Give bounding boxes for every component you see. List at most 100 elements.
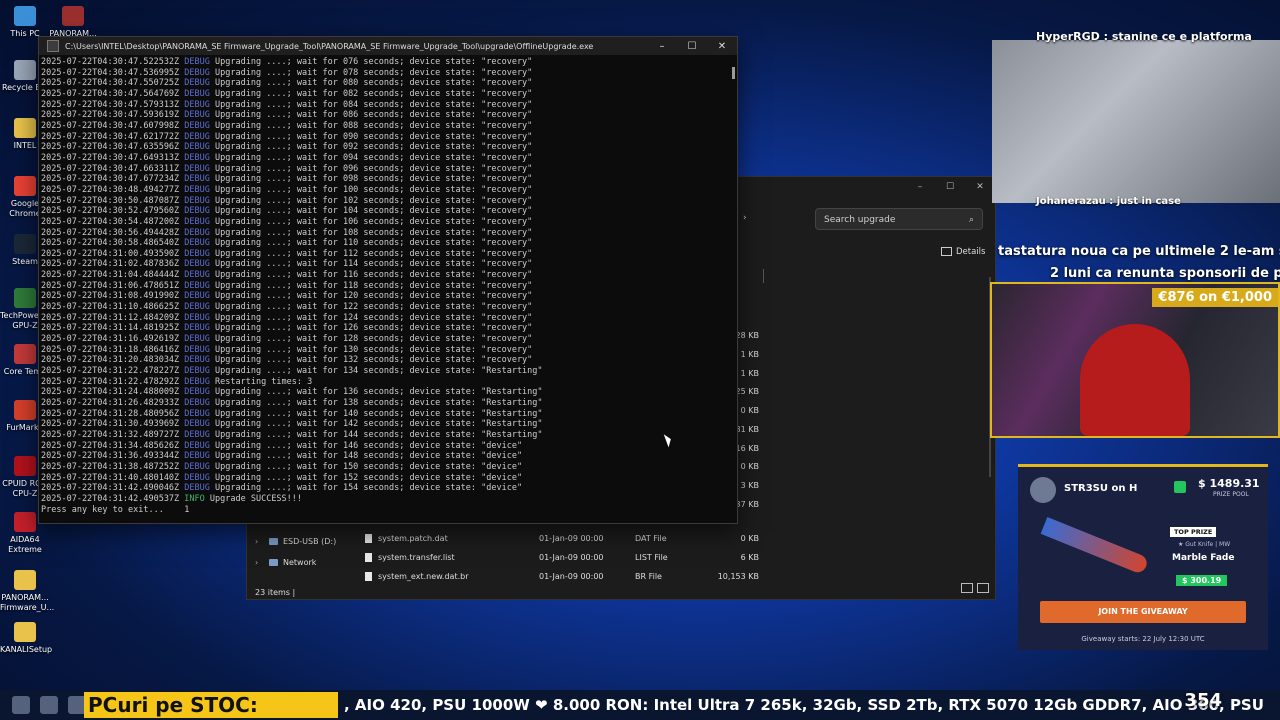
log-timestamp: 2025-07-22T04:30:47.635596Z [41, 142, 180, 153]
log-message: Upgrading ....; wait for 104 seconds; de… [215, 206, 533, 217]
maximize-icon[interactable]: ☐ [935, 177, 965, 197]
console-line: 2025-07-22T04:31:18.486416Z DEBUG Upgrad… [41, 345, 729, 356]
ticker-text: , AIO 420, PSU 1000W ❤ 8.000 RON: Intel … [344, 696, 1264, 714]
console-line: 2025-07-22T04:31:20.483034Z DEBUG Upgrad… [41, 355, 729, 366]
log-level: DEBUG [184, 302, 210, 313]
log-message: Upgrading ....; wait for 078 seconds; de… [215, 67, 533, 78]
maximize-button[interactable]: ☐ [677, 41, 707, 52]
log-timestamp: 2025-07-22T04:31:22.478227Z [41, 366, 180, 377]
chevron-right-icon[interactable]: › [255, 531, 269, 552]
search-input[interactable]: Search upgrade ⌕ [815, 208, 983, 230]
nav-item-network[interactable]: › Network [255, 552, 351, 573]
log-level: DEBUG [184, 366, 210, 377]
log-timestamp: 2025-07-22T04:31:14.481925Z [41, 323, 180, 334]
prize-amount: $ 1489.31 [1198, 477, 1260, 490]
nav-item-usb[interactable]: › ESD-USB (D:) [255, 531, 351, 552]
console-icon [47, 40, 59, 52]
view-toggle [957, 583, 989, 595]
console-line: 2025-07-22T04:31:30.493969Z DEBUG Upgrad… [41, 419, 729, 430]
log-message: Upgrading ....; wait for 102 seconds; de… [215, 195, 533, 206]
streamer-figure [1080, 324, 1190, 436]
console-line: 2025-07-22T04:30:48.494277Z DEBUG Upgrad… [41, 185, 729, 196]
log-timestamp: 2025-07-22T04:31:40.480140Z [41, 472, 180, 483]
log-level: DEBUG [184, 174, 210, 185]
console-titlebar[interactable]: C:\Users\INTEL\Desktop\PANORAMA_SE Firmw… [39, 37, 737, 55]
chevron-right-icon[interactable]: › [743, 213, 747, 223]
nav-item-label: Network [283, 558, 317, 567]
file-row[interactable]: system_ext.new.dat.br 01-Jan-09 00:00 BR F… [365, 567, 765, 586]
log-level: DEBUG [184, 184, 210, 195]
app-icon [14, 6, 36, 26]
log-message: Upgrading ....; wait for 084 seconds; de… [215, 99, 533, 110]
log-level: DEBUG [184, 227, 210, 238]
file-date: 01-Jan-09 00:00 [539, 553, 604, 562]
file-type: BR File [635, 572, 662, 581]
log-timestamp: 2025-07-22T04:31:08.491990Z [41, 291, 180, 302]
app-icon [62, 6, 84, 26]
chevron-right-icon[interactable]: › [255, 552, 269, 573]
console-line: 2025-07-22T04:30:47.649313Z DEBUG Upgrad… [41, 153, 729, 164]
file-name: system.transfer.list [378, 553, 455, 562]
log-level: DEBUG [184, 99, 210, 110]
start-icon[interactable] [12, 696, 30, 714]
search-placeholder: Search upgrade [824, 215, 896, 225]
log-message: Upgrading ....; wait for 150 seconds; de… [215, 461, 523, 472]
log-timestamp: 2025-07-22T04:30:56.494428Z [41, 227, 180, 238]
log-level: DEBUG [184, 323, 210, 334]
log-level: DEBUG [184, 291, 210, 302]
file-icon [365, 572, 372, 581]
join-giveaway-button[interactable]: JOIN THE GIVEAWAY [1040, 601, 1246, 623]
desktop-icon[interactable]: This PC [0, 6, 50, 39]
log-level: DEBUG [184, 163, 210, 174]
giveaway-name: STR3SU on H [1064, 483, 1138, 494]
log-timestamp: 2025-07-22T04:31:24.488009Z [41, 387, 180, 398]
details-view-icon[interactable] [961, 583, 973, 593]
log-message: Upgrading ....; wait for 082 seconds; de… [215, 88, 533, 99]
tiles-view-icon[interactable] [977, 583, 989, 593]
close-icon[interactable]: ✕ [965, 177, 995, 197]
minimize-button[interactable]: – [647, 41, 677, 52]
log-level: DEBUG [184, 344, 210, 355]
minimize-icon[interactable]: – [905, 177, 935, 197]
file-row[interactable]: system.transfer.list 01-Jan-09 00:00 LIST … [365, 548, 765, 567]
console-line: 2025-07-22T04:31:08.491990Z DEBUG Upgrad… [41, 291, 729, 302]
log-level: DEBUG [184, 238, 210, 249]
file-name: system_ext.new.dat.br [378, 572, 469, 581]
log-timestamp: 2025-07-22T04:30:50.487087Z [41, 195, 180, 206]
console-line: 2025-07-22T04:31:02.487836Z DEBUG Upgrad… [41, 259, 729, 270]
app-icon [14, 400, 36, 420]
desktop-icon[interactable]: PANORAM... Firmware_U... [0, 570, 54, 613]
file-size: 10,153 KB [717, 572, 759, 581]
log-message: Upgrading ....; wait for 098 seconds; de… [215, 174, 533, 185]
console-window[interactable]: C:\Users\INTEL\Desktop\PANORAMA_SE Firmw… [38, 36, 738, 524]
column-divider[interactable] [763, 269, 764, 283]
log-timestamp: 2025-07-22T04:31:42.490046Z [41, 483, 180, 494]
log-level: DEBUG [184, 429, 210, 440]
file-explorer-icon[interactable] [40, 696, 58, 714]
scrollbar-thumb[interactable] [732, 67, 735, 79]
log-message: Upgrading ....; wait for 138 seconds; de… [215, 398, 543, 408]
close-button[interactable]: ✕ [707, 41, 737, 52]
console-line: 2025-07-22T04:31:12.484209Z DEBUG Upgrad… [41, 313, 729, 324]
log-level: DEBUG [184, 57, 210, 67]
console-line: 2025-07-22T04:31:38.487252Z DEBUG Upgrad… [41, 462, 729, 473]
log-timestamp: 2025-07-22T04:30:48.494277Z [41, 184, 180, 195]
desktop-icon[interactable]: KANALISetup [0, 622, 52, 655]
desktop-icon[interactable]: PANORAM... [48, 6, 98, 39]
prize-pool-label: PRIZE POOL [1213, 491, 1249, 498]
status-bar: 23 items | [255, 588, 296, 597]
log-message: Upgrading ....; wait for 096 seconds; de… [215, 163, 533, 174]
file-row[interactable]: system.patch.dat 01-Jan-09 00:00 DAT File 0… [365, 529, 765, 548]
app-icon [14, 622, 36, 642]
log-level: DEBUG [184, 216, 210, 227]
console-line: 2025-07-22T04:31:40.480140Z DEBUG Upgrad… [41, 473, 729, 484]
file-date: 01-Jan-09 00:00 [539, 534, 604, 543]
console-line: 2025-07-22T04:30:47.579313Z DEBUG Upgrad… [41, 100, 729, 111]
console-line: 2025-07-22T04:31:14.481925Z DEBUG Upgrad… [41, 323, 729, 334]
app-icon [14, 456, 36, 476]
details-button[interactable]: Details [941, 247, 985, 257]
price-badge: €876 on €1,000 [1152, 288, 1278, 307]
nav-item-label: ESD-USB (D:) [283, 537, 337, 546]
log-level: DEBUG [184, 248, 210, 259]
app-icon [14, 234, 36, 254]
